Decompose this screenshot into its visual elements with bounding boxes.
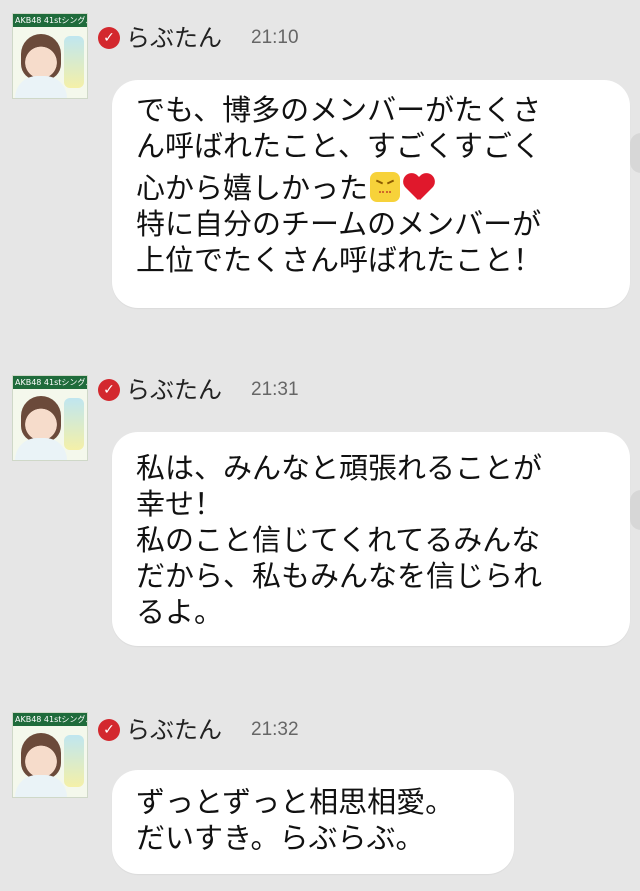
- message-line-with-emoji: 心から嬉しかった: [136, 170, 606, 206]
- message-line: ん呼ばれたこと、すごくすごく: [136, 129, 541, 163]
- avatar-decoration-image: [64, 735, 84, 787]
- avatar[interactable]: AKB48 41stシングル選抜総選挙: [12, 712, 88, 798]
- avatar-face-image: [21, 733, 61, 779]
- avatar-body-image: [15, 775, 67, 797]
- avatar-banner: AKB48 41stシングル選抜総選挙: [13, 376, 87, 389]
- avatar-decoration-image: [64, 36, 84, 88]
- avatar-body-image: [15, 438, 67, 460]
- message-line: でも、博多のメンバーがたくさ: [136, 93, 542, 127]
- message-line: ずっとずっと相思相愛。: [136, 785, 455, 819]
- message-line: だから、私もみんなを信じられ: [136, 559, 543, 593]
- message-bubble[interactable]: でも、博多のメンバーがたくさ ん呼ばれたこと、すごくすごく 心から嬉しかった 特…: [112, 80, 630, 308]
- message-line: るよ。: [136, 595, 224, 629]
- sender-name[interactable]: らぶたん: [126, 715, 222, 745]
- message-bubble[interactable]: 私は、みんなと頑張れることが 幸せ！ 私のこと信じてくれてるみんな だから、私も…: [112, 432, 630, 646]
- message-line: 私は、みんなと頑張れることが: [136, 451, 543, 485]
- avatar[interactable]: AKB48 41stシングル選抜総選挙: [12, 13, 88, 99]
- message-line: だいすき。らぶらぶ。: [136, 821, 425, 855]
- verified-check-icon: ✓: [98, 719, 120, 741]
- avatar[interactable]: AKB48 41stシングル選抜総選挙: [12, 375, 88, 461]
- scroll-edge-indicator: [630, 490, 640, 530]
- verified-check-icon: ✓: [98, 27, 120, 49]
- avatar-banner: AKB48 41stシングル選抜総選挙: [13, 14, 87, 27]
- avatar-banner: AKB48 41stシングル選抜総選挙: [13, 713, 87, 726]
- message-time: 21:31: [251, 379, 299, 400]
- scroll-edge-indicator: [630, 133, 640, 173]
- sender-name[interactable]: らぶたん: [126, 375, 222, 405]
- message-line: 上位でたくさん呼ばれたこと！: [136, 243, 543, 277]
- message-bubble[interactable]: ずっとずっと相思相愛。 だいすき。らぶらぶ。: [112, 770, 514, 874]
- message-time: 21:10: [251, 27, 299, 48]
- confounded-face-icon: [370, 172, 401, 202]
- avatar-face-image: [21, 34, 61, 80]
- avatar-face-image: [21, 396, 61, 442]
- message-line: 特に自分のチームのメンバーが: [136, 207, 542, 241]
- heart-icon: [403, 174, 435, 202]
- verified-check-icon: ✓: [98, 379, 120, 401]
- avatar-body-image: [15, 76, 67, 98]
- message-line: 私のこと信じてくれてるみんな: [136, 523, 541, 557]
- message-line: 幸せ！: [136, 487, 224, 521]
- message-line: 心から嬉しかった: [136, 171, 369, 205]
- sender-name[interactable]: らぶたん: [126, 23, 222, 53]
- avatar-decoration-image: [64, 398, 84, 450]
- message-time: 21:32: [251, 719, 299, 740]
